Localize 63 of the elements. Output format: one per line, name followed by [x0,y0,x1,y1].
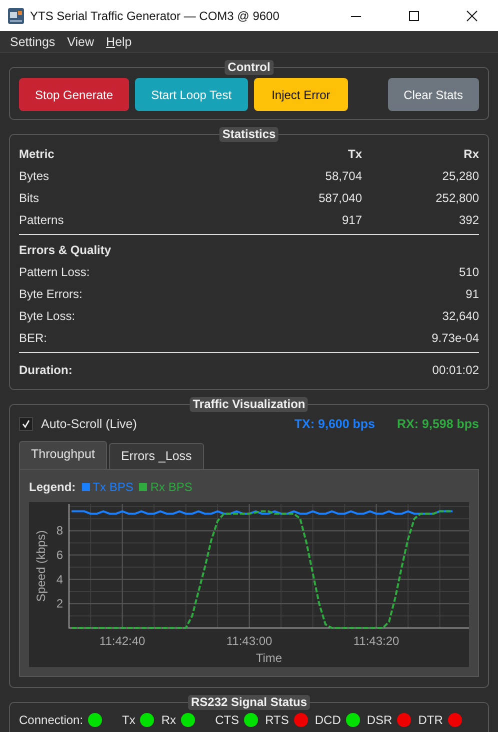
signal-label: Rx [161,713,176,727]
table-cell-text: 252,800 [434,191,479,205]
signal-label: CTS [215,713,240,727]
axis-title: Time [256,651,282,665]
stat-label: Duration: [19,363,72,377]
stat-value: 00:01:02 [432,363,479,377]
axis-tick-label: 4 [56,572,63,586]
group-title: RS232 Signal Status [188,695,310,710]
maximize-icon[interactable] [408,10,420,22]
column-header: Metric [19,147,56,161]
action-button[interactable]: Stop Generate [19,78,130,111]
signal-label: DSR [366,713,392,727]
menu-item[interactable]: View [61,34,100,48]
column-header: Rx [462,147,479,161]
menu-item[interactable]: Settings [4,34,62,48]
signal-label: Tx [122,713,136,727]
app-icon [8,8,24,24]
signal-label: DCD [314,713,341,727]
axis-title: Speed (kbps) [34,530,48,602]
table-cell-text: 917 [340,213,362,227]
table-cell-text: 25,280 [441,169,479,183]
tx-rate: TX: 9,600 bps [294,417,376,431]
stat-value: 9.73e-04 [432,331,479,345]
axis-tick-label: 11:42:40 [99,634,146,648]
table-cell-text: 587,040 [318,191,362,205]
stat-value: 32,640 [442,309,479,323]
tab[interactable]: Errors _Loss [108,443,204,469]
signal-label: DTR [418,713,443,727]
axis-tick-label: 2 [56,596,63,611]
table-cell-text: Patterns [19,213,65,227]
axis-tick-label: 11:43:20 [353,634,400,648]
close-icon[interactable] [466,10,478,22]
axis-tick-label: 11:43:00 [226,634,272,648]
legend-label: Legend: [29,480,76,494]
action-button[interactable]: Clear Stats [388,78,479,111]
signal-label: RTS [265,713,289,727]
rx-rate: RX: 9,598 bps [397,417,479,431]
axis-tick-label: 6 [56,548,63,562]
signal-label: Connection: [19,713,84,727]
axis-tick-label: 8 [56,524,63,538]
table-cell-text: Bits [19,191,40,205]
stat-value: 91 [466,287,479,301]
window-title: YTS Serial Traffic Generator — COM3 @ 9600 [30,8,280,22]
stat-label: Byte Errors: [19,287,82,301]
group-title: Traffic Visualization [190,397,308,412]
table-cell-text: 392 [458,213,479,227]
menu-item[interactable]: Help [100,34,138,48]
checkbox[interactable] [19,417,33,431]
legend-item: Tx BPS [82,480,134,494]
stat-label: Pattern Loss: [19,265,90,279]
stat-label: Byte Loss: [19,309,76,323]
table-cell-text: Bytes [19,169,50,183]
stat-label: BER: [19,331,48,345]
group-title: Statistics [219,127,279,142]
column-header: Tx [346,147,362,161]
group-title: Control [224,60,274,75]
tab[interactable]: Throughput [19,441,107,469]
stat-value: 510 [458,265,479,279]
action-button[interactable]: Inject Error [254,78,348,111]
legend-item: Rx BPS [139,480,192,494]
section-heading: Errors & Quality [19,243,112,257]
checkbox-label: Auto-Scroll (Live) [41,417,137,431]
table-cell-text: 58,704 [324,169,362,183]
